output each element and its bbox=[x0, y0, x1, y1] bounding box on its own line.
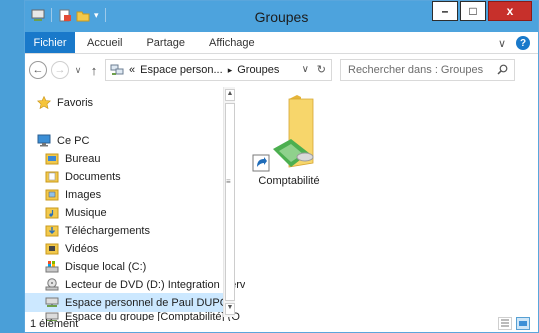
back-button[interactable]: ← bbox=[29, 61, 47, 79]
pictures-folder-icon bbox=[45, 188, 59, 201]
nav-item-videos[interactable]: Vidéos bbox=[45, 239, 245, 258]
tab-partage[interactable]: Partage bbox=[134, 32, 197, 53]
tab-fichier[interactable]: Fichier bbox=[25, 32, 75, 53]
local-disk-icon bbox=[45, 260, 59, 273]
maximize-button[interactable]: □ bbox=[460, 1, 486, 21]
minimize-button[interactable]: – bbox=[432, 1, 458, 21]
address-dropdown-icon[interactable]: ∨ bbox=[302, 64, 309, 75]
navigation-pane: Favoris Ce PC Bureau Documents Images Mu… bbox=[25, 87, 245, 321]
up-button[interactable]: ↑ bbox=[87, 63, 101, 78]
folder-item-comptabilite[interactable]: Comptabilité bbox=[251, 91, 327, 187]
item-count: 1 élément bbox=[30, 317, 79, 330]
nav-item-telechargements[interactable]: Téléchargements bbox=[45, 221, 245, 240]
ribbon-tabs: Fichier Accueil Partage Affichage ∨ ? bbox=[25, 32, 538, 54]
nav-item-documents[interactable]: Documents bbox=[45, 167, 245, 186]
dvd-drive-icon bbox=[45, 278, 59, 291]
nav-item-dvd[interactable]: Lecteur de DVD (D:) Integration Serv bbox=[45, 275, 245, 294]
folder-label: Comptabilité bbox=[258, 175, 320, 187]
explorer-window: ▾ Groupes – □ x Fichier Accueil Partage … bbox=[24, 0, 539, 333]
search-icon[interactable] bbox=[497, 64, 508, 78]
ribbon-right-controls: ∨ ? bbox=[498, 36, 530, 50]
scroll-down-button[interactable]: ▼ bbox=[225, 303, 235, 315]
search-box[interactable]: Rechercher dans : Groupes bbox=[340, 59, 515, 81]
computer-icon bbox=[37, 134, 51, 147]
nav-item-favoris[interactable]: Favoris bbox=[37, 93, 237, 112]
help-icon[interactable]: ? bbox=[516, 36, 530, 50]
breadcrumb-espace-personnel[interactable]: Espace person... bbox=[140, 64, 223, 76]
search-placeholder: Rechercher dans : Groupes bbox=[348, 64, 484, 76]
scroll-up-button[interactable]: ▲ bbox=[225, 89, 235, 101]
view-buttons bbox=[498, 317, 530, 330]
address-row: ← → ∨ ↑ « Espace person... ▸ Groupes ∨ ↻… bbox=[25, 54, 538, 86]
window-controls: – □ x bbox=[432, 1, 532, 21]
address-bar[interactable]: « Espace person... ▸ Groupes ∨ ↻ bbox=[105, 59, 332, 81]
nav-item-disque-local[interactable]: Disque local (C:) bbox=[45, 257, 245, 276]
desktop-folder-icon bbox=[45, 152, 59, 165]
status-bar: 1 élément bbox=[25, 315, 538, 332]
scroll-grip-icon: ≡ bbox=[226, 177, 231, 186]
nav-item-musique[interactable]: Musique bbox=[45, 203, 245, 222]
documents-folder-icon bbox=[45, 170, 59, 183]
expand-ribbon-icon[interactable]: ∨ bbox=[498, 37, 506, 50]
desktop-background bbox=[0, 0, 24, 333]
tab-accueil[interactable]: Accueil bbox=[75, 32, 134, 53]
videos-folder-icon bbox=[45, 242, 59, 255]
close-button[interactable]: x bbox=[488, 1, 532, 21]
refresh-icon[interactable]: ↻ bbox=[317, 63, 326, 76]
address-overflow[interactable]: « bbox=[129, 64, 135, 76]
content-area[interactable]: Comptabilité bbox=[237, 87, 538, 317]
nav-item-ce-pc[interactable]: Ce PC bbox=[37, 131, 237, 150]
title-bar[interactable]: ▾ Groupes – □ x bbox=[25, 1, 538, 32]
nav-item-bureau[interactable]: Bureau bbox=[45, 149, 245, 168]
music-folder-icon bbox=[45, 206, 59, 219]
network-drive-icon bbox=[45, 296, 59, 309]
large-icons-view-icon[interactable] bbox=[516, 317, 530, 330]
tab-affichage[interactable]: Affichage bbox=[197, 32, 267, 53]
scroll-thumb[interactable] bbox=[225, 103, 235, 301]
star-icon bbox=[37, 95, 52, 110]
network-location-icon bbox=[110, 64, 124, 76]
breadcrumb-groupes[interactable]: Groupes bbox=[237, 64, 279, 76]
nav-item-images[interactable]: Images bbox=[45, 185, 245, 204]
forward-button[interactable]: → bbox=[51, 61, 69, 79]
nav-pane-scrollbar[interactable]: ▲ ≡ ▼ bbox=[223, 87, 235, 317]
details-view-icon[interactable] bbox=[498, 317, 512, 330]
breadcrumb-separator-icon[interactable]: ▸ bbox=[228, 65, 233, 76]
nav-item-espace-personnel[interactable]: Espace personnel de Paul DUPONT ( bbox=[25, 293, 223, 312]
recent-locations-button[interactable]: ∨ bbox=[73, 65, 83, 76]
downloads-folder-icon bbox=[45, 224, 59, 237]
